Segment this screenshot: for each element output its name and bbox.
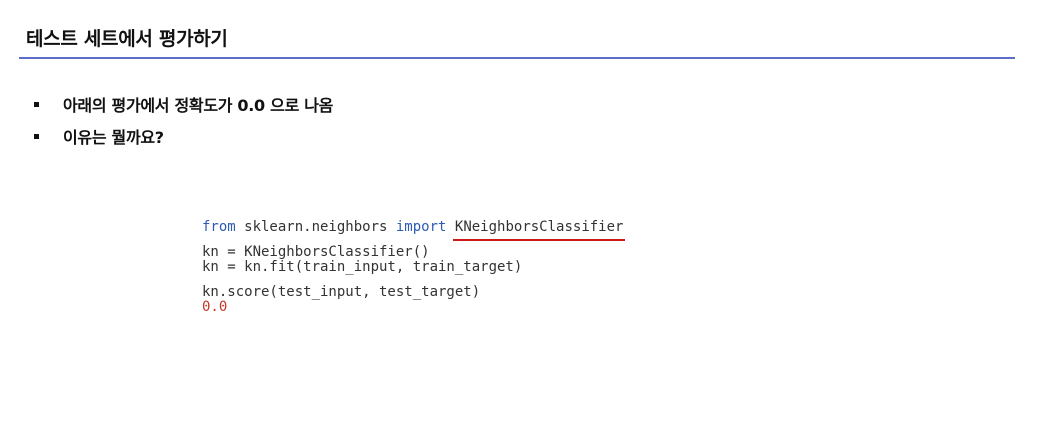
code-line-score: kn.score(test_input, test_target): [202, 284, 481, 300]
bullet-square-icon: [34, 133, 39, 139]
code-keyword-from: from: [202, 219, 236, 235]
code-block: from sklearn.neighbors import KNeighbors…: [202, 219, 626, 315]
bullet-item: 아래의 평가에서 정확도가 0.0 으로 나옴: [30, 88, 333, 120]
code-output: 0.0: [202, 299, 228, 315]
bullet-square-icon: [34, 101, 39, 107]
bullet-text: 이유는 뭘까요?: [63, 128, 164, 147]
code-class-name: KNeighborsClassifier: [454, 219, 624, 235]
bullet-text: 아래의 평가에서 정확도가 0.0 으로 나옴: [63, 96, 334, 115]
slide-title: 테스트 세트에서 평가하기: [26, 28, 228, 50]
code-line-fit: kn = kn.fit(train_input, train_target): [202, 259, 523, 275]
highlighted-class-name: KNeighborsClassifier: [452, 219, 626, 241]
red-underline: [452, 239, 626, 241]
code-line-import: from sklearn.neighbors import KNeighbors…: [202, 219, 626, 241]
title-divider: [19, 57, 1015, 59]
bullet-item: 이유는 뭘까요?: [30, 120, 333, 152]
code-module-name: sklearn.neighbors: [235, 219, 396, 235]
code-line-instantiate: kn = KNeighborsClassifier(): [202, 244, 430, 260]
code-keyword-import: import: [395, 219, 447, 235]
bullet-list: 아래의 평가에서 정확도가 0.0 으로 나옴 이유는 뭘까요?: [30, 88, 333, 152]
